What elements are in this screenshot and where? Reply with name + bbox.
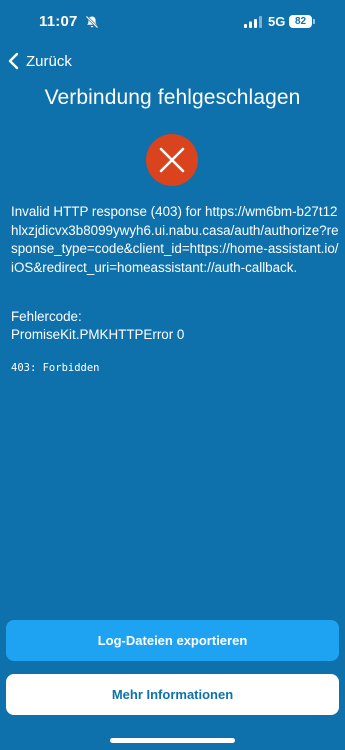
page-title: Verbindung fehlgeschlagen xyxy=(44,86,301,109)
back-label: Zurück xyxy=(26,52,72,70)
x-circle-icon xyxy=(146,134,198,186)
error-code-value: PromiseKit.PMKHTTPError 0 xyxy=(11,327,185,342)
screen: 11:07 5G 82 Zurück Verbindung fehlgeschl… xyxy=(0,0,345,750)
signal-icon xyxy=(244,16,262,28)
back-button[interactable]: Zurück xyxy=(8,50,72,72)
more-info-button[interactable]: Mehr Informationen xyxy=(6,674,339,715)
export-logs-button[interactable]: Log-Dateien exportieren xyxy=(6,620,339,661)
bell-slash-icon xyxy=(85,15,99,29)
home-indicator[interactable] xyxy=(110,738,235,743)
error-code-label: Fehlercode: xyxy=(11,309,82,324)
battery-cap xyxy=(313,19,315,24)
battery-icon: 82 xyxy=(289,15,312,28)
status-time: 11:07 xyxy=(39,13,78,30)
chevron-left-icon xyxy=(8,52,19,70)
status-detail: 403: Forbidden xyxy=(11,362,100,374)
status-bar: 11:07 5G 82 xyxy=(0,0,345,46)
network-label: 5G xyxy=(268,14,286,29)
error-message: Invalid HTTP response (403) for https://… xyxy=(11,204,339,275)
